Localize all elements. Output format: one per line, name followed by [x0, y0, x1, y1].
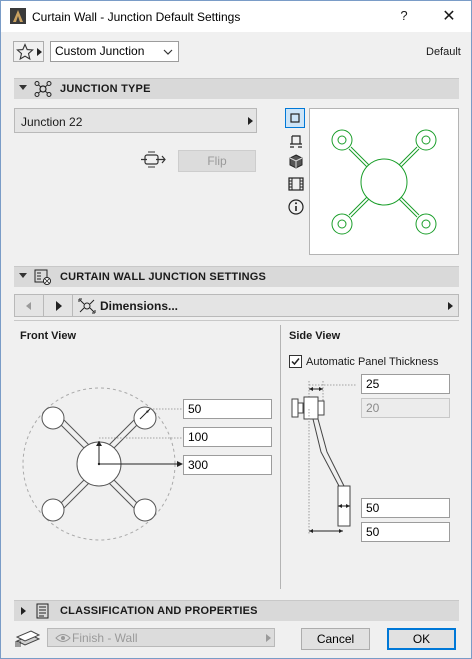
- layer-value: Finish - Wall: [72, 631, 138, 645]
- front-view-title: Front View: [20, 330, 77, 342]
- side-view-value-4[interactable]: 50: [361, 522, 450, 542]
- layer-select[interactable]: Finish - Wall: [47, 628, 275, 647]
- help-button[interactable]: ?: [392, 8, 416, 26]
- collapse-triangle-icon: [19, 273, 27, 278]
- film-view-icon[interactable]: [287, 175, 305, 193]
- side-view-value-1[interactable]: 25: [361, 374, 450, 394]
- default-label: Default: [426, 46, 461, 58]
- arrow-right-icon: [56, 301, 62, 311]
- collapse-triangle-icon: [19, 85, 27, 90]
- star-icon: [16, 43, 34, 61]
- junction-type-header[interactable]: JUNCTION TYPE: [14, 78, 459, 99]
- plan-view-icon: [290, 113, 300, 123]
- eye-icon: [55, 634, 71, 642]
- settings-page-label: Dimensions...: [100, 299, 179, 313]
- layer-icon: [15, 630, 41, 647]
- settings-page-nav: Dimensions...: [14, 294, 459, 317]
- auto-thickness-checkbox[interactable]: [289, 355, 302, 368]
- checkmark-icon: [291, 358, 300, 366]
- junction-type-title: JUNCTION TYPE: [60, 83, 151, 95]
- chevron-right-icon: [37, 48, 42, 56]
- junction-settings-icon: [34, 269, 51, 285]
- front-view-diagram: [22, 387, 183, 541]
- view-divider: [280, 325, 281, 589]
- ok-button-label: OK: [412, 632, 431, 646]
- arrow-left-icon: [26, 302, 31, 310]
- junction-type-select[interactable]: Junction 22: [14, 108, 257, 133]
- info-icon[interactable]: [287, 198, 305, 216]
- flip-junction-icon: [141, 151, 166, 168]
- classification-title: CLASSIFICATION AND PROPERTIES: [60, 605, 258, 617]
- elevation-view-icon[interactable]: [287, 131, 305, 149]
- preset-value: Custom Junction: [55, 44, 145, 58]
- junction-type-icon: [34, 81, 52, 97]
- classification-header[interactable]: CLASSIFICATION AND PROPERTIES: [14, 600, 459, 621]
- junction-settings-title: CURTAIN WALL JUNCTION SETTINGS: [60, 271, 267, 283]
- dimensions-page-icon: [78, 298, 96, 314]
- side-view-diagram: [291, 381, 357, 534]
- flip-button-label: Flip: [207, 154, 227, 168]
- classification-icon: [36, 603, 49, 619]
- chevron-right-icon: [448, 302, 453, 310]
- chevron-right-icon: [266, 634, 271, 642]
- side-view-value-3[interactable]: 50: [361, 498, 450, 518]
- title-bar: Curtain Wall - Junction Default Settings…: [1, 1, 471, 32]
- chevron-down-icon: [163, 49, 173, 55]
- side-view-title: Side View: [289, 330, 341, 342]
- front-view-value-3[interactable]: 300: [183, 455, 272, 475]
- settings-page-select[interactable]: Dimensions...: [74, 295, 458, 316]
- junction-type-value: Junction 22: [21, 115, 83, 129]
- front-view-value-1[interactable]: 50: [183, 399, 272, 419]
- prev-page-button[interactable]: [15, 295, 44, 316]
- close-button[interactable]: ✕: [431, 6, 467, 28]
- cancel-button-label: Cancel: [316, 632, 355, 646]
- side-view-value-2[interactable]: 20: [361, 398, 450, 418]
- flip-button[interactable]: Flip: [178, 150, 256, 172]
- front-view-value-2[interactable]: 100: [183, 427, 272, 447]
- chevron-right-icon: [248, 117, 253, 125]
- archicad-app-icon: [10, 8, 26, 24]
- 3d-view-icon[interactable]: [287, 153, 305, 171]
- junction-preview: [309, 108, 459, 255]
- preset-select[interactable]: Custom Junction: [50, 41, 179, 62]
- junction-settings-header[interactable]: CURTAIN WALL JUNCTION SETTINGS: [14, 266, 459, 287]
- junction-preview-drawing: [331, 129, 437, 235]
- cancel-button[interactable]: Cancel: [301, 628, 370, 650]
- dialog-window: Curtain Wall - Junction Default Settings…: [0, 0, 472, 659]
- window-title: Curtain Wall - Junction Default Settings: [32, 10, 241, 24]
- next-page-button[interactable]: [45, 295, 73, 316]
- auto-thickness-label[interactable]: Automatic Panel Thickness: [306, 356, 438, 368]
- favorites-button[interactable]: [13, 41, 44, 62]
- expand-triangle-icon: [21, 607, 26, 615]
- ok-button[interactable]: OK: [387, 628, 456, 650]
- plan-view-toggle[interactable]: [285, 108, 305, 128]
